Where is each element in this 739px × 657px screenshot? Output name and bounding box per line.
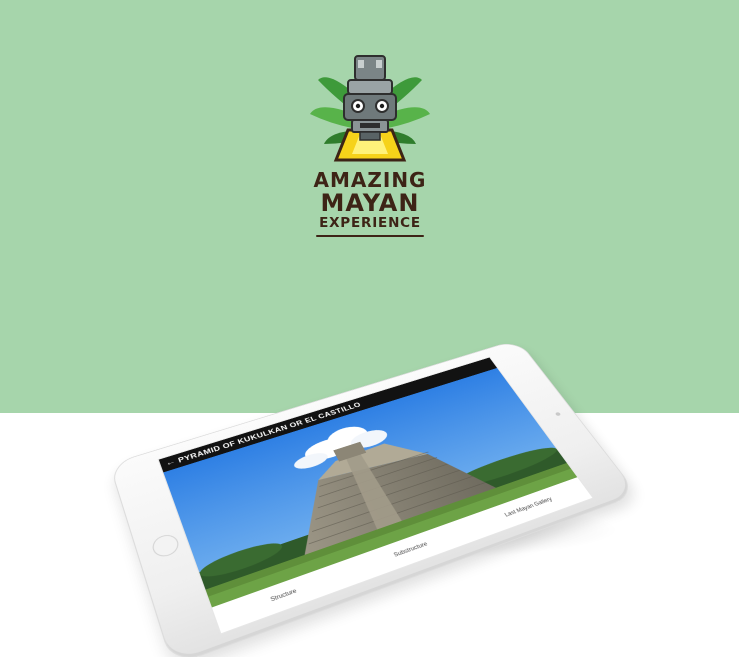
- mayan-mask-logo-icon: [310, 55, 430, 162]
- brand-title-line3: EXPERIENCE: [319, 215, 421, 231]
- brand-title-line1: AMAZING: [313, 168, 427, 192]
- brand-title-line2: MAYAN: [320, 189, 420, 217]
- brand-logo: AMAZING MAYAN EXPERIENCE: [300, 48, 440, 243]
- brand-underline: [316, 235, 424, 237]
- tablet-screen: ← PYRAMID OF KUKULKAN OR EL CASTILLO Str…: [157, 356, 594, 635]
- home-button[interactable]: [149, 531, 182, 560]
- tablet-device: ← PYRAMID OF KUKULKAN OR EL CASTILLO Str…: [108, 339, 639, 657]
- front-camera: [554, 411, 562, 417]
- tablet-mockup: ← PYRAMID OF KUKULKAN OR EL CASTILLO Str…: [64, 300, 664, 657]
